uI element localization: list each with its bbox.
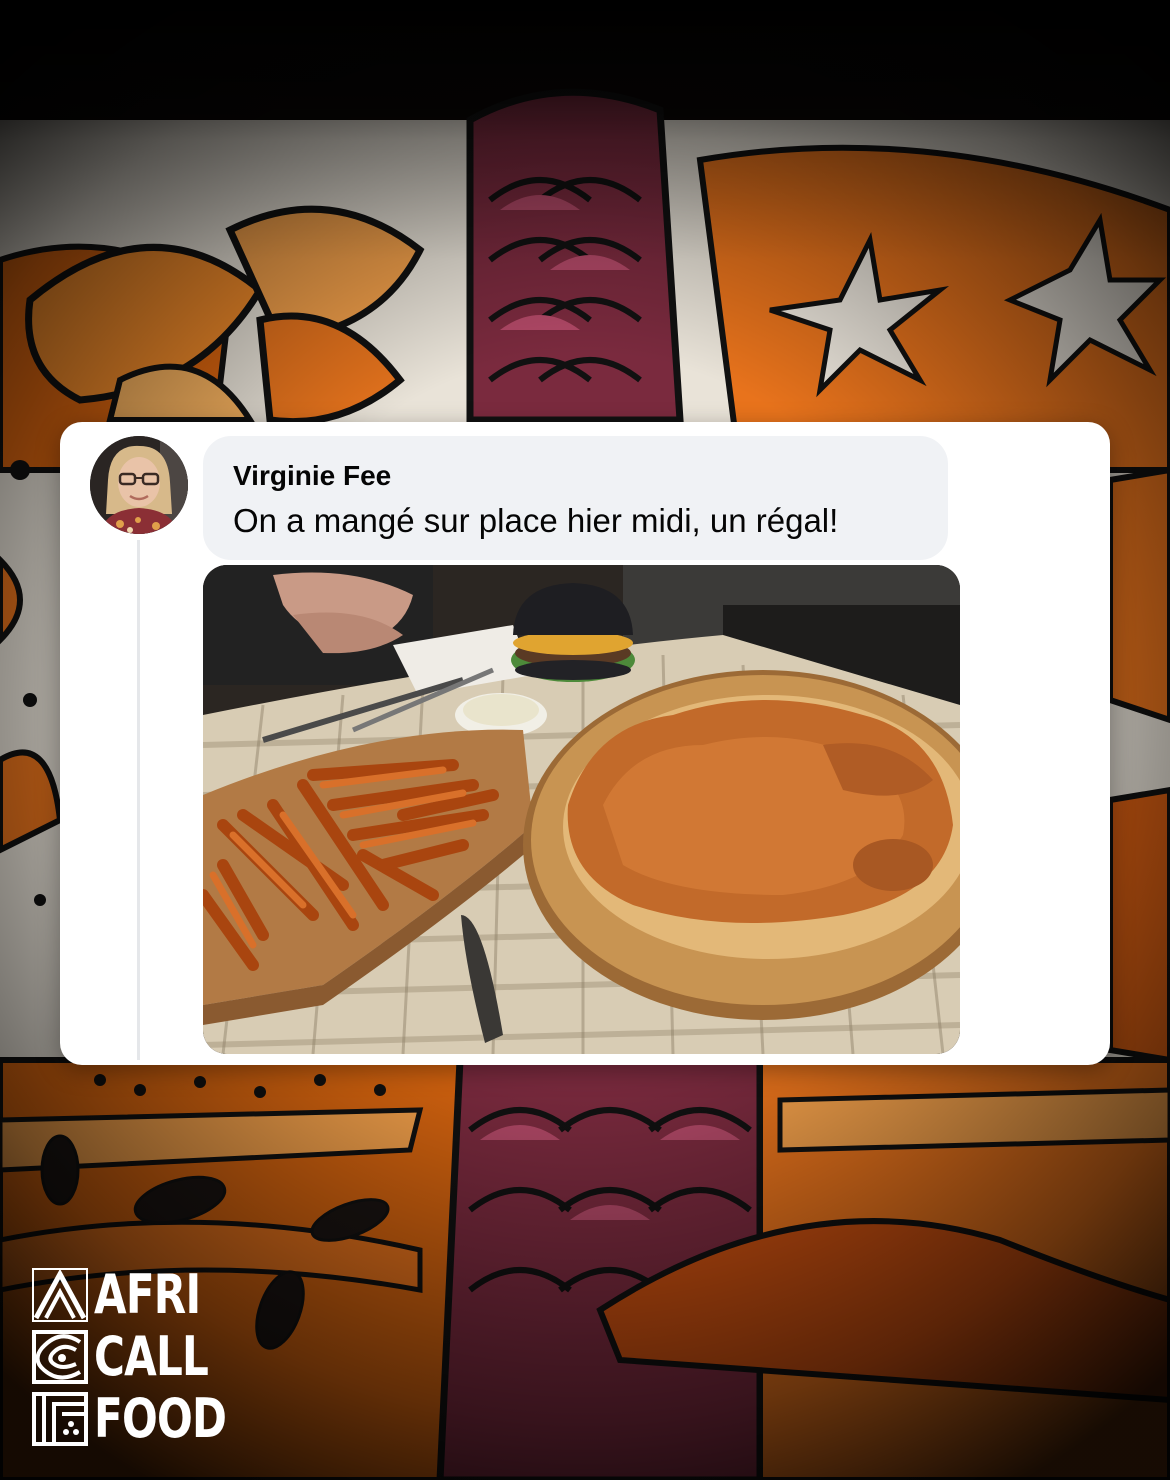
concentric-pattern-icon xyxy=(32,1330,88,1384)
thread-line xyxy=(137,540,140,1060)
brand-logo: AFRI CALL FOOD xyxy=(32,1263,227,1450)
commenter-avatar[interactable] xyxy=(90,436,188,534)
comment-photo[interactable] xyxy=(203,565,960,1054)
food-photo-image xyxy=(203,565,960,1054)
comment-author-name[interactable]: Virginie Fee xyxy=(233,460,391,492)
brand-line-3: FOOD xyxy=(94,1387,227,1450)
brand-logo-row-1: AFRI xyxy=(32,1263,222,1326)
comment-card: Virginie Fee On a mangé sur place hier m… xyxy=(60,422,1110,1065)
person-avatar-icon xyxy=(90,436,188,534)
brand-logo-row-3: FOOD xyxy=(32,1388,227,1450)
brand-logo-row-2: CALL xyxy=(32,1325,222,1388)
grid-pattern-icon xyxy=(32,1392,88,1446)
comment-text: On a mangé sur place hier midi, un régal… xyxy=(233,502,839,539)
comment-bubble: Virginie Fee On a mangé sur place hier m… xyxy=(203,436,948,560)
triangle-pattern-icon xyxy=(32,1268,88,1322)
brand-line-2: CALL xyxy=(94,1325,209,1388)
brand-line-1: AFRI xyxy=(94,1263,201,1326)
